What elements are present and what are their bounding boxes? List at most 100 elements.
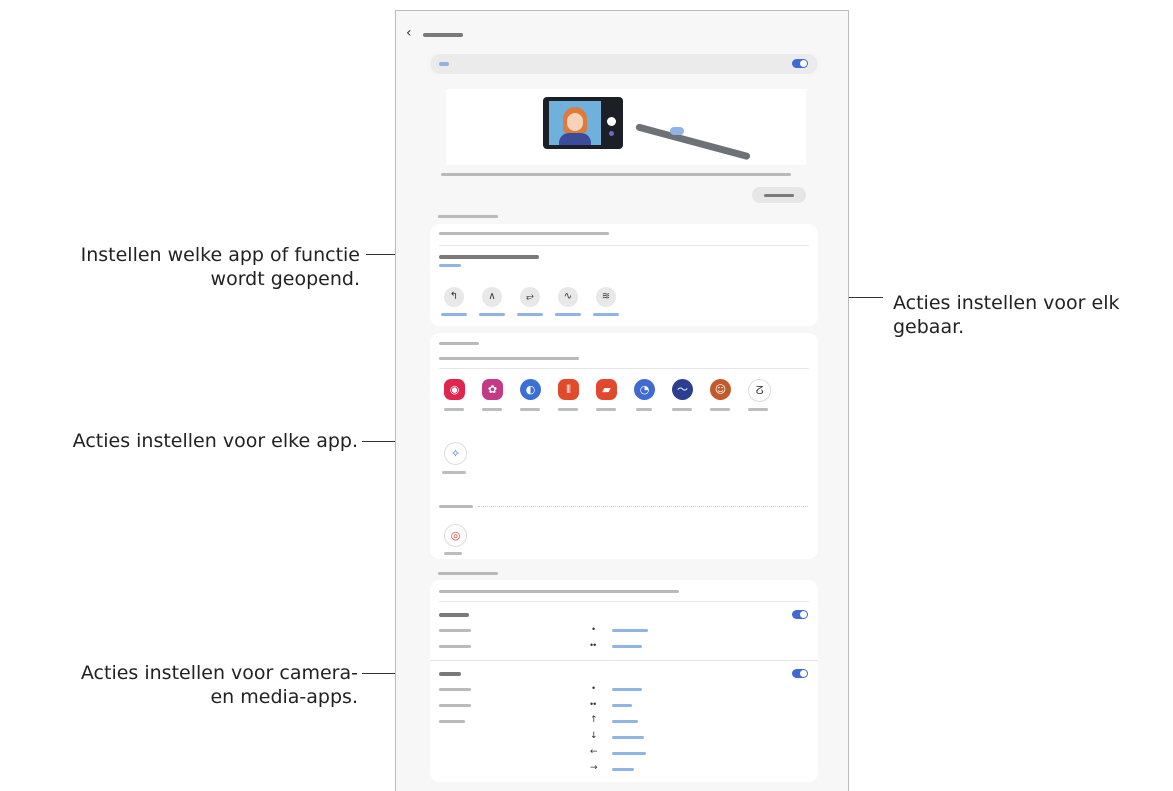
chrome-app-icon[interactable]: ◎ [444, 524, 467, 547]
app-label [748, 408, 768, 411]
ar-doodle-app-icon[interactable]: ～ [672, 379, 693, 400]
gesture-right-action[interactable] [612, 768, 634, 771]
callout-camera-media-line1: Acties instellen voor camera- [80, 662, 358, 684]
press-hold-row[interactable] [430, 248, 818, 272]
gesture-label [441, 313, 467, 316]
description-text [441, 173, 791, 176]
voice-recorder-app-icon[interactable]: ⦀ [558, 379, 579, 400]
tablet-screen: ‹ ↰ ∧ ⥂ ∿ ≋ ◉ ✿ ◐ ⦀ ▰ ◔ ～ ☺ ⵒ ✧ ◎ • •• •… [395, 10, 849, 791]
camera-double-action[interactable] [612, 645, 642, 648]
section-header-app-actions [439, 342, 479, 345]
gesture-label [479, 313, 505, 316]
app-label [442, 471, 466, 474]
arrow-down-icon: ↓ [590, 731, 598, 741]
page-title [423, 33, 463, 37]
on-toggle[interactable] [792, 59, 808, 68]
double-press-label [439, 704, 471, 707]
app-label [672, 408, 692, 411]
learn-more-label [764, 194, 794, 197]
gesture-row: ↰ ∧ ⥂ ∿ ≋ [430, 287, 818, 323]
divider [430, 660, 818, 661]
gesture-screen-write-icon[interactable]: ≋ [596, 287, 616, 307]
phone-illustration [543, 97, 623, 149]
gesture-label [517, 313, 543, 316]
arrow-up-icon: ↑ [590, 715, 598, 725]
gesture-label [593, 313, 619, 316]
gestures-label [439, 720, 465, 723]
camera-toggle[interactable] [792, 610, 808, 619]
press-hold-title [439, 255, 539, 259]
callout-camera-media-line2: en media-apps. [210, 686, 358, 708]
app-actions-description [439, 357, 579, 360]
single-press-icon: • [592, 683, 596, 693]
pen-button [670, 127, 684, 135]
microsoft-app-icon[interactable]: ✧ [444, 442, 467, 465]
callout-per-app-line1: Acties instellen voor elke app. [72, 430, 358, 452]
gesture-recents-icon[interactable]: ⥂ [520, 287, 540, 307]
anywhere-description [439, 232, 609, 235]
section-header-camera-media [438, 572, 498, 575]
single-press-label [439, 688, 471, 691]
on-switch-label [439, 62, 449, 66]
gesture-back-icon[interactable]: ↰ [444, 287, 464, 307]
press-hold-value [439, 264, 461, 267]
double-press-icon: •• [590, 640, 597, 650]
camera-media-card: • •• • •• ↑ ↓ ← → [430, 580, 818, 782]
gesture-home-icon[interactable]: ∧ [482, 287, 502, 307]
app-label [710, 408, 730, 411]
notes-app-icon[interactable]: ▰ [596, 379, 617, 400]
single-press-label [439, 629, 471, 632]
learn-more-button[interactable] [752, 187, 806, 203]
arrow-right-icon: → [590, 763, 598, 773]
divider [439, 601, 809, 602]
ar-emoji-app-icon[interactable]: ☺ [710, 379, 731, 400]
section-header-other [439, 505, 473, 508]
callout-app-function: Instellen welke app of functie wordt geo… [6, 243, 360, 291]
camera-media-description [439, 590, 679, 593]
pen-up-app-icon[interactable]: ⵒ [748, 379, 771, 402]
divider [439, 368, 809, 369]
gesture-up-action[interactable] [612, 720, 638, 723]
camera-group-title [439, 613, 469, 617]
callout-gestures-line2: gebaar. [893, 316, 965, 338]
gesture-down-action[interactable] [612, 736, 644, 739]
shutter-button [607, 117, 616, 126]
camera-app-icon[interactable]: ◉ [444, 379, 465, 400]
double-press-label [439, 645, 471, 648]
samsung-internet-app-icon[interactable]: ◐ [520, 379, 541, 400]
app-label [520, 408, 540, 411]
app-label [444, 408, 464, 411]
media-toggle[interactable] [792, 669, 808, 678]
clock-app-icon[interactable]: ◔ [634, 379, 655, 400]
portrait-image [549, 101, 601, 145]
app-label [444, 552, 462, 555]
app-label [558, 408, 578, 411]
gallery-app-icon[interactable]: ✿ [482, 379, 503, 400]
double-press-icon: •• [590, 699, 597, 709]
media-double-action[interactable] [612, 704, 632, 707]
callout-gestures: Acties instellen voor elk gebaar. [893, 291, 1173, 339]
callout-gestures-line1: Acties instellen voor elk [893, 292, 1120, 314]
arrow-left-icon: ← [590, 747, 598, 757]
gesture-left-action[interactable] [612, 752, 646, 755]
media-single-action[interactable] [612, 688, 642, 691]
single-press-icon: • [592, 624, 596, 634]
body-shape [559, 133, 591, 145]
callout-app-function-line2: wordt geopend. [210, 268, 360, 290]
app-label [596, 408, 616, 411]
mode-dot [609, 131, 614, 136]
gesture-label [555, 313, 581, 316]
illustration [446, 89, 806, 165]
camera-single-action[interactable] [612, 629, 648, 632]
back-icon[interactable]: ‹ [406, 25, 412, 41]
app-actions-card: ◉ ✿ ◐ ⦀ ▰ ◔ ～ ☺ ⵒ ✧ ◎ [430, 333, 818, 559]
gesture-smart-select-icon[interactable]: ∿ [558, 287, 578, 307]
divider [439, 245, 809, 246]
app-label [482, 408, 502, 411]
dotted-divider [478, 506, 808, 507]
callout-app-function-line1: Instellen welke app of functie [80, 244, 360, 266]
section-header-anywhere [438, 215, 498, 218]
face-shape [567, 113, 583, 131]
media-group-title [439, 672, 461, 676]
on-switch-row[interactable] [430, 54, 818, 74]
